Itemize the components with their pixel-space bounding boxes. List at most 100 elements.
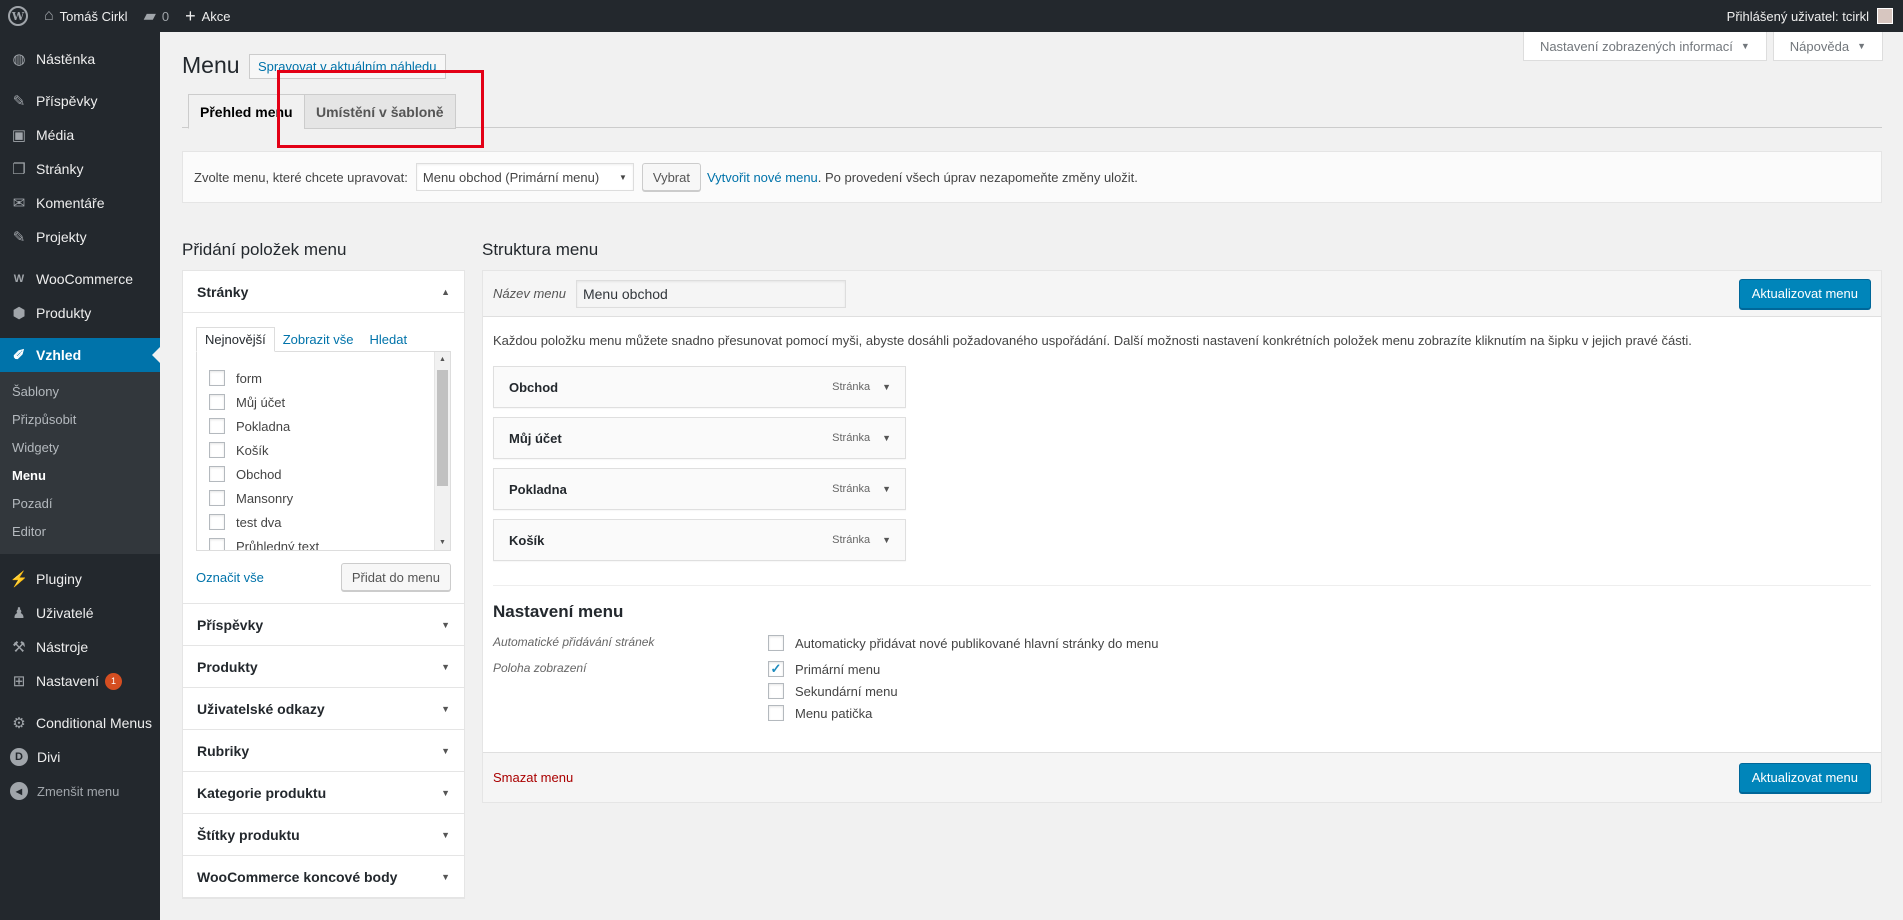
page-checkbox[interactable] [209,370,225,386]
tab-view-all[interactable]: Zobrazit vše [275,327,362,352]
accordion-section-title: Uživatelské odkazy [197,700,325,717]
delete-menu-link[interactable]: Smazat menu [493,770,573,785]
sidebar-item-divi[interactable]: D Divi [0,740,160,774]
accordion-section-product-tags[interactable]: Štítky produktu ▼ [183,814,464,856]
site-name: Tomáš Cirkl [59,8,128,24]
sidebar-item-label: Pluginy [36,571,82,587]
accordion-section-categories[interactable]: Rubriky ▼ [183,730,464,772]
accordion-section-woocommerce-endpoints[interactable]: WooCommerce koncové body ▼ [183,856,464,898]
sidebar-item-label: Komentáře [36,195,105,211]
sidebar-item-posts[interactable]: ✎ Příspěvky [0,84,160,118]
sidebar-item-users[interactable]: ♟ Uživatelé [0,596,160,630]
checklist-scrollbar[interactable]: ▲ ▼ [434,352,450,550]
submenu-item-editor[interactable]: Editor [0,518,160,546]
page-checkbox[interactable] [209,394,225,410]
sidebar-item-woocommerce[interactable]: W WooCommerce [0,262,160,296]
submenu-item-background[interactable]: Pozadí [0,490,160,518]
sidebar-item-label: Příspěvky [36,93,98,109]
scroll-down-icon[interactable]: ▼ [439,539,446,546]
add-to-menu-button[interactable]: Přidat do menu [340,563,451,591]
menu-select[interactable]: Menu obchod (Primární menu) ▼ [415,163,634,191]
site-name-link[interactable]: ⌂ Tomáš Cirkl [36,0,136,32]
page-checkbox[interactable] [209,418,225,434]
sidebar-item-products[interactable]: ⬢ Produkty [0,296,160,330]
pages-panel: Nejnovější Zobrazit vše Hledat form Můj … [183,313,464,604]
scrollbar-thumb[interactable] [437,370,448,486]
submenu-item-themes[interactable]: Šablony [0,378,160,406]
menu-item-cart[interactable]: Košík Stránka ▼ [493,519,906,561]
menu-header: Název menu Menu obchod Aktualizovat menu [483,271,1881,317]
tab-edit-menus[interactable]: Přehled menu [188,94,305,129]
sidebar-item-pages[interactable]: ❐ Stránky [0,152,160,186]
page-checkbox[interactable] [209,538,225,550]
caret-down-icon[interactable]: ▼ [882,484,891,494]
menu-item-title: Můj účet [509,430,562,446]
sidebar-item-tools[interactable]: ⚒ Nástroje [0,630,160,664]
accordion-section-title: WooCommerce koncové body [197,868,398,885]
page-checkbox[interactable] [209,490,225,506]
page-label: Pokladna [236,418,291,434]
submenu-item-menus[interactable]: Menu [0,462,160,490]
new-content-link[interactable]: + Akce [177,0,238,32]
accordion-section-custom-links[interactable]: Uživatelské odkazy ▼ [183,688,464,730]
media-icon: ▣ [11,127,27,144]
footer-menu-checkbox[interactable] [768,705,784,721]
menu-item-type: Stránka [832,381,871,393]
caret-down-icon[interactable]: ▼ [882,382,891,392]
pages-actions: Označit vše Přidat do menu [196,563,451,591]
menu-item-my-account[interactable]: Můj účet Stránka ▼ [493,417,906,459]
caret-down-icon[interactable]: ▼ [882,433,891,443]
list-item: Můj účet [209,390,450,414]
select-menu-button[interactable]: Vybrat [641,163,701,191]
menu-item-checkout[interactable]: Pokladna Stránka ▼ [493,468,906,510]
location-option-label: Primární menu [795,661,881,677]
select-all-link[interactable]: Označit vše [196,570,264,585]
sidebar-item-appearance[interactable]: ✐ Vzhled [0,338,160,372]
accordion-section-posts[interactable]: Příspěvky ▼ [183,604,464,646]
secondary-menu-checkbox[interactable] [768,683,784,699]
caret-down-icon[interactable]: ▼ [882,535,891,545]
accordion-section-pages[interactable]: Stránky ▲ [183,271,464,313]
save-menu-button-bottom[interactable]: Aktualizovat menu [1738,762,1871,793]
list-item: Obchod [209,462,450,486]
sidebar-item-plugins[interactable]: ⚡ Pluginy [0,562,160,596]
comments-link[interactable]: ▰ 0 [136,0,178,32]
tab-manage-locations[interactable]: Umístění v šabloně [304,94,456,129]
accordion-section-product-categories[interactable]: Kategorie produktu ▼ [183,772,464,814]
menu-item-title: Košík [509,532,545,548]
submenu-item-customize[interactable]: Přizpůsobit [0,406,160,434]
menu-name-input[interactable]: Menu obchod [575,279,846,308]
wp-logo-button[interactable]: W [0,0,36,32]
page-checkbox[interactable] [209,466,225,482]
save-menu-button-top[interactable]: Aktualizovat menu [1738,278,1871,309]
caret-down-icon: ▼ [441,619,450,630]
list-item: Menu patička [768,702,898,724]
submenu-item-widgets[interactable]: Widgety [0,434,160,462]
scroll-up-icon[interactable]: ▲ [439,356,446,363]
sidebar-item-comments[interactable]: ✉ Komentáře [0,186,160,220]
accordion-section-products[interactable]: Produkty ▼ [183,646,464,688]
sidebar-item-projects[interactable]: ✎ Projekty [0,220,160,254]
auto-add-label: Automatické přidávání stránek [493,635,655,649]
tab-most-recent[interactable]: Nejnovější [196,327,275,352]
page-title: Menu [182,52,240,78]
manage-with-live-preview-button[interactable]: Spravovat v aktuálním náhledu [249,54,446,79]
help-button[interactable]: Nápověda ▼ [1772,32,1883,61]
sidebar-item-settings[interactable]: ⊞ Nastavení 1 [0,664,160,698]
menu-item-shop[interactable]: Obchod Stránka ▼ [493,366,906,408]
screen-options-button[interactable]: Nastavení zobrazených informací ▼ [1522,32,1767,61]
collapse-menu-button[interactable]: ◀ Zmenšit menu [0,774,160,808]
page-checkbox[interactable] [209,514,225,530]
admin-bar: W ⌂ Tomáš Cirkl ▰ 0 + Akce Přihlášený uživa… [0,0,1903,32]
page-checkbox[interactable] [209,442,225,458]
create-new-menu-link[interactable]: Vytvořit nové menu [707,170,818,185]
sidebar-item-conditional-menus[interactable]: ⚙ Conditional Menus [0,706,160,740]
users-icon: ♟ [12,605,26,622]
sidebar-item-dashboard[interactable]: ◍ Nástěnka [0,42,160,76]
appearance-submenu: Šablony Přizpůsobit Widgety Menu Pozadí … [0,372,160,554]
primary-menu-checkbox[interactable]: ✓ [768,661,784,677]
my-account-link[interactable]: Přihlášený uživatel: tcirkl [1719,0,1903,32]
sidebar-item-media[interactable]: ▣ Média [0,118,160,152]
tab-search[interactable]: Hledat [362,327,416,352]
auto-add-checkbox[interactable] [768,635,784,651]
